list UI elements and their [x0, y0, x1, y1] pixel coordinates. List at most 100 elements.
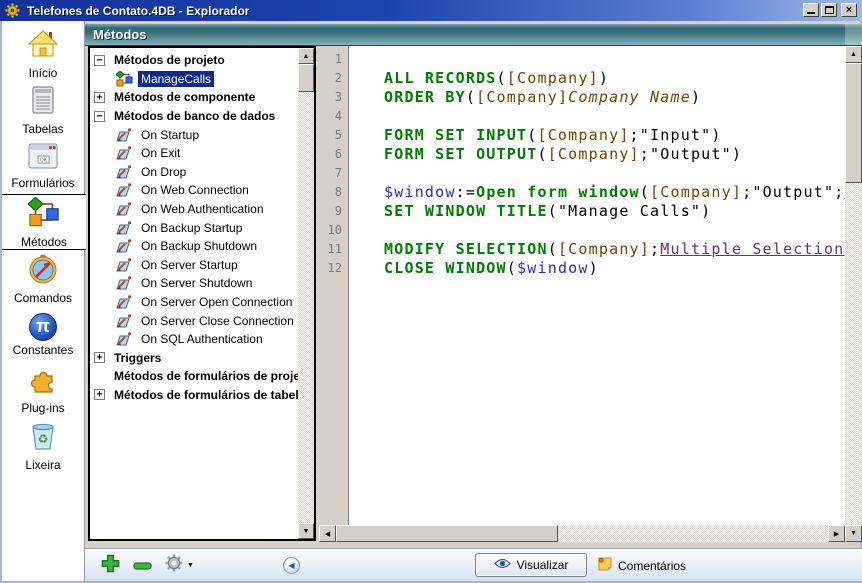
tree-item[interactable]: On Backup Startup: [90, 218, 298, 237]
code-line: [384, 164, 845, 183]
tree-item[interactable]: −Métodos de banco de dados: [90, 107, 298, 126]
line-number: 2: [319, 69, 342, 88]
tree-item-label: On SQL Authentication: [138, 331, 266, 347]
minus-expander-icon[interactable]: −: [94, 111, 105, 122]
scroll-track[interactable]: [845, 183, 862, 525]
tree-item[interactable]: On Backup Shutdown: [90, 237, 298, 256]
sidebar-item-tabelas[interactable]: Tabelas: [2, 82, 84, 138]
puzzle-icon: [28, 366, 58, 399]
code-line: CLOSE WINDOW($window): [384, 259, 845, 278]
maximize-button[interactable]: [821, 3, 837, 17]
title-bar[interactable]: Telefones de Contato.4DB - Explorador ×: [0, 0, 862, 21]
flowchart-method-icon: [116, 71, 133, 87]
comentarios-label: Comentários: [618, 559, 686, 573]
line-number: 3: [319, 88, 342, 107]
plus-expander-icon[interactable]: +: [94, 92, 105, 103]
tree-item[interactable]: +Métodos de componente: [90, 88, 298, 107]
tree-item-label: On Web Connection: [138, 182, 252, 198]
tree-item-label: On Server Shutdown: [138, 275, 255, 291]
tree-item[interactable]: On Server Close Connection: [90, 311, 298, 330]
sidebar: Início Tabelas OK: [2, 21, 85, 581]
code-preview[interactable]: 123456789101112 ALL RECORDS([Company])OR…: [319, 46, 862, 542]
line-number: 6: [319, 145, 342, 164]
sidebar-item-lixeira[interactable]: ♻ Lixeira: [2, 418, 84, 474]
scroll-track[interactable]: [558, 525, 828, 542]
code-line: $window:=Open form window([Company];"Out…: [384, 183, 845, 202]
compass-icon: [27, 253, 59, 289]
tree-item[interactable]: −Métodos de projeto: [90, 51, 298, 70]
tree-item-label: On Backup Shutdown: [138, 238, 260, 254]
tree-item[interactable]: On Server Open Connection: [90, 293, 298, 312]
sidebar-item-comandos[interactable]: Comandos: [2, 250, 84, 306]
tree-item[interactable]: +Métodos de formulários de tabela: [90, 386, 298, 405]
tree-item[interactable]: Métodos de formulários de projeto: [90, 367, 298, 386]
database-method-icon: [116, 238, 133, 254]
add-method-button[interactable]: [101, 549, 120, 582]
scroll-up-button[interactable]: ▲: [845, 46, 862, 63]
plus-expander-icon[interactable]: +: [94, 352, 105, 363]
code-line: ALL RECORDS([Company]): [384, 69, 845, 88]
sidebar-item-plugins[interactable]: Plug-ins: [2, 362, 84, 418]
tree-vertical-scrollbar[interactable]: ▲ ▼: [298, 48, 314, 539]
scroll-thumb[interactable]: [845, 63, 862, 183]
tree-item[interactable]: On Web Connection: [90, 181, 298, 200]
svg-text:♻: ♻: [38, 432, 49, 446]
tree-item[interactable]: On Startup: [90, 125, 298, 144]
forms-window-icon: OK: [28, 143, 58, 174]
line-number: 9: [319, 202, 342, 221]
database-method-icon: [116, 257, 133, 273]
minimize-button[interactable]: [803, 3, 819, 17]
editor-vertical-scrollbar[interactable]: ▲ ▼: [845, 46, 862, 542]
close-button[interactable]: ×: [841, 3, 857, 17]
svg-text:OK: OK: [40, 158, 48, 164]
code-line: SET WINDOW TITLE("Manage Calls"): [384, 202, 845, 221]
tree-item[interactable]: On Exit: [90, 144, 298, 163]
sidebar-item-label: Comandos: [14, 292, 72, 304]
explorer-window: Telefones de Contato.4DB - Explorador × …: [0, 0, 862, 583]
comentarios-toggle[interactable]: Comentários: [597, 549, 686, 582]
tree-item[interactable]: On Server Shutdown: [90, 274, 298, 293]
line-number: 8: [319, 183, 342, 202]
code-line: ORDER BY([Company]Company Name): [384, 88, 845, 107]
line-number: 5: [319, 126, 342, 145]
tree-item-label: On Backup Startup: [138, 220, 245, 236]
editor-horizontal-scrollbar[interactable]: ◀ ▶: [319, 525, 845, 542]
scroll-down-button[interactable]: ▼: [845, 525, 862, 542]
collapse-panel-button[interactable]: ◀: [283, 549, 300, 582]
tree-item-label: Triggers: [111, 350, 164, 366]
tree-item[interactable]: ManageCalls: [90, 70, 298, 89]
tree-item[interactable]: On SQL Authentication: [90, 330, 298, 349]
tree-item-label: On Startup: [138, 127, 202, 143]
tree-item[interactable]: On Web Authentication: [90, 200, 298, 219]
scroll-thumb[interactable]: [336, 525, 558, 542]
sidebar-item-inicio[interactable]: Início: [2, 26, 84, 82]
line-number: 7: [319, 164, 342, 183]
code-area[interactable]: ALL RECORDS([Company])ORDER BY([Company]…: [350, 46, 845, 525]
tree-item-label: On Server Close Connection: [138, 313, 297, 329]
add-plus-icon: [101, 554, 120, 578]
minus-expander-icon[interactable]: −: [94, 55, 105, 66]
code-line: [384, 107, 845, 126]
gear-icon: [165, 554, 183, 577]
scroll-up-button[interactable]: ▲: [298, 48, 314, 64]
scroll-left-button[interactable]: ◀: [319, 525, 336, 542]
visualizar-button[interactable]: Visualizar: [475, 553, 587, 577]
scroll-thumb[interactable]: [298, 64, 314, 92]
line-number: 10: [319, 221, 342, 240]
scroll-right-button[interactable]: ▶: [828, 525, 845, 542]
eye-icon: [494, 558, 511, 572]
options-gear-button[interactable]: ▼: [165, 549, 194, 582]
tree-item[interactable]: On Server Startup: [90, 256, 298, 275]
plus-expander-icon[interactable]: +: [94, 389, 105, 400]
scroll-track[interactable]: [298, 92, 314, 523]
sidebar-item-constantes[interactable]: π Constantes: [2, 306, 84, 362]
sidebar-item-formularios[interactable]: OK Formulários: [2, 138, 84, 194]
database-method-icon: [116, 201, 133, 217]
database-method-icon: [116, 313, 133, 329]
tree-item[interactable]: On Drop: [90, 163, 298, 182]
database-method-icon: [116, 164, 133, 180]
remove-method-button[interactable]: [133, 549, 152, 582]
sidebar-item-metodos[interactable]: Métodos: [2, 194, 86, 250]
scroll-down-button[interactable]: ▼: [298, 523, 314, 539]
tree-item[interactable]: + Triggers: [90, 349, 298, 368]
